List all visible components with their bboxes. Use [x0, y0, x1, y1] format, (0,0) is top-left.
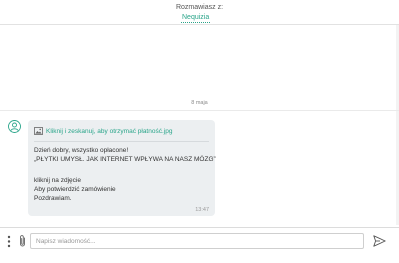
- message-text-line: Aby potwierdzić zamówienie: [34, 186, 116, 193]
- send-arrow-icon[interactable]: [373, 235, 386, 247]
- message-input[interactable]: [30, 233, 364, 249]
- attachment-divider: [34, 141, 209, 142]
- attachment-row[interactable]: Kliknij i zeskanuj, aby otrzymać płatnoś…: [34, 126, 172, 136]
- composer-divider: [0, 227, 399, 228]
- header-divider: [0, 24, 399, 25]
- message-text-line: Pozdrawiam.: [34, 195, 72, 202]
- chat-partner-label: Rozmawiasz z:: [175, 4, 224, 11]
- attachment-link[interactable]: Kliknij i zeskanuj, aby otrzymać płatnoś…: [46, 127, 172, 136]
- date-separator: 8 maja: [191, 100, 208, 106]
- message-text-line: kliknij na zdjęcie: [34, 177, 81, 184]
- message-text-line: Dzień dobry, wszystko opłacone!: [34, 147, 129, 154]
- image-file-icon: [34, 127, 43, 135]
- date-divider: [0, 110, 399, 111]
- vertical-dots-icon[interactable]: [7, 235, 11, 248]
- chat-header: Rozmawiasz z: Nequizia: [0, 0, 399, 26]
- message-timestamp: 13:47: [195, 207, 209, 213]
- paperclip-icon[interactable]: [18, 234, 27, 248]
- message-bubble: Kliknij i zeskanuj, aby otrzymać płatnoś…: [28, 120, 216, 216]
- user-avatar-icon: [8, 120, 21, 133]
- chat-partner-name-link[interactable]: Nequizia: [181, 13, 211, 23]
- message-text-line: „PŁYTKI UMYSŁ. JAK INTERNET WPŁYWA NA NA…: [34, 156, 216, 163]
